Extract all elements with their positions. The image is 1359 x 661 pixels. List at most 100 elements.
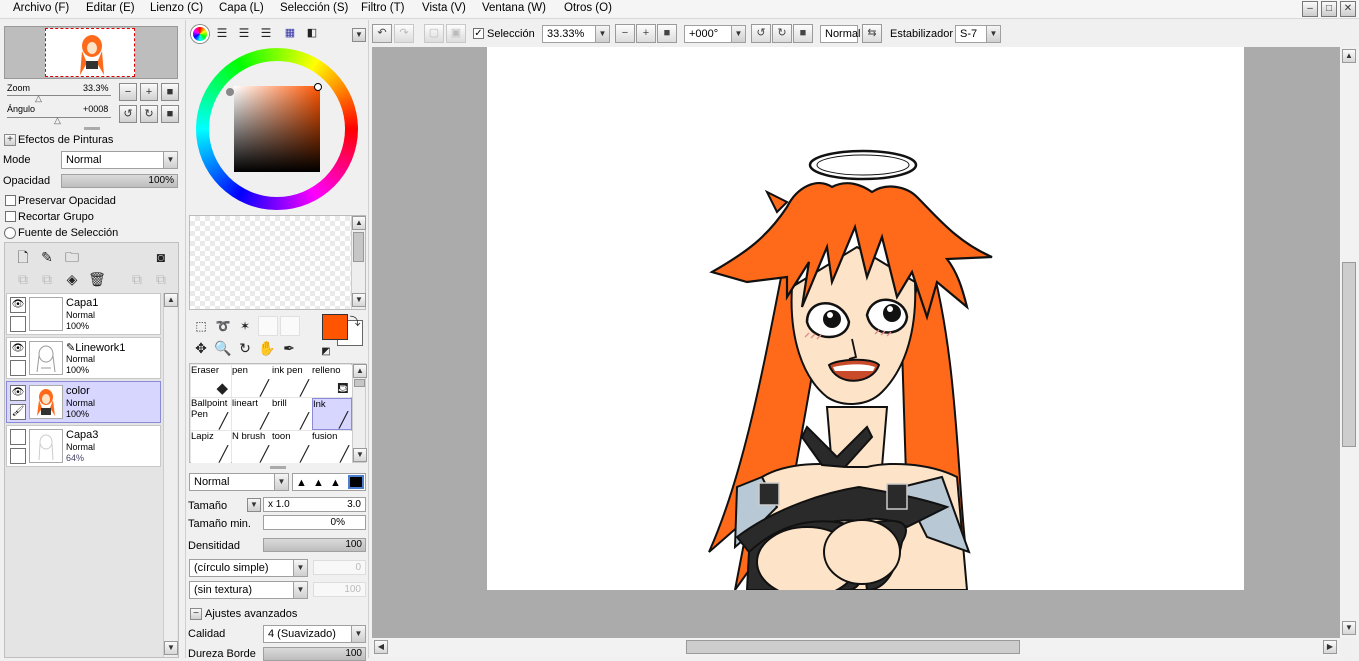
- brush-lock-icon[interactable]: 🖌: [10, 404, 26, 420]
- invert-selection-icon[interactable]: ▣: [446, 24, 466, 43]
- zoom-select[interactable]: 33.33% ▼: [542, 25, 610, 43]
- maximize-button[interactable]: □: [1321, 1, 1337, 17]
- color-picker-handle[interactable]: [314, 83, 322, 91]
- brush-slot[interactable]: toon ╱: [272, 431, 312, 463]
- rotate-right-icon[interactable]: ↻: [772, 24, 792, 43]
- stabilizer-select[interactable]: S-7 ▼: [955, 25, 1001, 43]
- layer-scrollbar[interactable]: ▲ ▼: [163, 293, 178, 657]
- brush-shape-selector[interactable]: ▲ ▲ ▲: [292, 473, 366, 491]
- hue-handle[interactable]: [226, 88, 234, 96]
- color-wheel[interactable]: [196, 48, 358, 210]
- expand-plus-icon[interactable]: +: [4, 134, 16, 146]
- advanced-settings-label[interactable]: Ajustes avanzados: [205, 608, 297, 620]
- selection-checkbox[interactable]: ✓: [473, 28, 484, 39]
- menu-ventana[interactable]: Ventana (W): [482, 2, 546, 14]
- menu-archivo[interactable]: Archivo (F): [13, 2, 69, 14]
- layer-item[interactable]: 👁 ✎Linework1 Normal 100%: [6, 337, 161, 379]
- rotate-left-icon[interactable]: ↺: [751, 24, 771, 43]
- nav-zoom-out-icon[interactable]: −: [119, 83, 137, 101]
- undo-icon[interactable]: ↶: [372, 24, 392, 43]
- brush-slot[interactable]: ink pen ╱: [272, 365, 312, 397]
- nav-zoom-in-icon[interactable]: +: [140, 83, 158, 101]
- rotate-icon[interactable]: ↻: [235, 338, 255, 358]
- nav-rotate-right-icon[interactable]: ↻: [140, 105, 158, 123]
- panel-splitter[interactable]: [270, 466, 286, 469]
- clear-layer-icon[interactable]: ◈: [62, 269, 82, 289]
- merge-selected-icon[interactable]: ⧉: [127, 269, 147, 289]
- transfer-down-icon[interactable]: ⧉: [13, 269, 33, 289]
- eye-icon[interactable]: 👁: [10, 297, 26, 313]
- new-linework-layer-icon[interactable]: ✎: [37, 247, 57, 267]
- merge-down-icon[interactable]: ⧉: [37, 269, 57, 289]
- brush-shape-select[interactable]: (círculo simple) ▼: [189, 559, 308, 577]
- canvas-viewport[interactable]: [372, 47, 1340, 638]
- scroll-thumb[interactable]: [354, 379, 365, 387]
- rgb-sliders-tab-icon[interactable]: ☰: [212, 23, 232, 43]
- scratchpad-tab-icon[interactable]: ◧: [302, 23, 322, 43]
- delete-layer-icon[interactable]: 🗑: [87, 269, 107, 289]
- move-icon[interactable]: ✥: [191, 338, 211, 358]
- panel-menu-chevron-icon[interactable]: ▼: [352, 28, 366, 42]
- menu-vista[interactable]: Vista (V): [422, 2, 466, 14]
- brush-shape-soft-icon[interactable]: ▲: [296, 477, 307, 489]
- menu-filtro[interactable]: Filtro (T): [361, 2, 404, 14]
- nav-zoom-reset-icon[interactable]: ■: [161, 83, 179, 101]
- scroll-thumb[interactable]: [353, 232, 364, 262]
- scroll-up-icon[interactable]: ▲: [1342, 49, 1356, 63]
- new-layer-icon[interactable]: 🗋: [13, 247, 33, 267]
- zoom-reset-icon[interactable]: ■: [657, 24, 677, 43]
- lock-toggle[interactable]: [10, 316, 26, 332]
- panel-splitter[interactable]: [84, 127, 100, 130]
- brush-slot[interactable]: brill ╱: [272, 398, 312, 430]
- eye-icon[interactable]: 👁: [10, 385, 26, 401]
- density-slider[interactable]: 100: [263, 538, 366, 552]
- nav-rotate-reset-icon[interactable]: ■: [161, 105, 179, 123]
- scroll-down-icon[interactable]: ▼: [164, 641, 178, 655]
- horizontal-scroll-thumb[interactable]: [686, 640, 1020, 654]
- brush-slot[interactable]: pen ╱: [232, 365, 272, 397]
- brush-shape-hard-icon[interactable]: ▲: [330, 477, 341, 489]
- redo-icon[interactable]: ↷: [394, 24, 414, 43]
- brush-shape-solid-icon[interactable]: [348, 475, 364, 489]
- menu-editar[interactable]: Editar (E): [86, 2, 135, 14]
- size-slider[interactable]: x 1.0 3.0: [263, 497, 366, 512]
- brush-slot[interactable]: N brush ╱: [232, 431, 272, 463]
- gradient-sliders-tab-icon[interactable]: ☰: [256, 23, 276, 43]
- hardness-slider[interactable]: 100: [263, 647, 366, 661]
- selection-source-radio[interactable]: [4, 227, 16, 239]
- effects-title[interactable]: Efectos de Pinturas: [18, 134, 113, 146]
- layer-mask-icon[interactable]: ◙: [151, 247, 171, 267]
- layer-item[interactable]: 👁 Capa1 Normal 100%: [6, 293, 161, 335]
- merge-visible-icon[interactable]: ⧉: [151, 269, 171, 289]
- size-multiplier-chevron-icon[interactable]: ▼: [247, 498, 261, 512]
- canvas-document[interactable]: [487, 47, 1244, 590]
- scratchpad-area[interactable]: ▲ ▼: [189, 215, 366, 310]
- navigator-preview[interactable]: [4, 26, 178, 79]
- close-button[interactable]: ✕: [1340, 1, 1356, 17]
- slider-thumb-icon[interactable]: △: [54, 115, 61, 126]
- brush-slot[interactable]: relleno ⛾: [312, 365, 352, 397]
- min-size-slider[interactable]: 0%: [263, 515, 366, 530]
- canvas-horizontal-scrollbar[interactable]: ◀ ▶: [372, 638, 1340, 657]
- scratchpad-scrollbar[interactable]: ▲ ▼: [351, 216, 366, 309]
- swatches-tab-icon[interactable]: ▦: [280, 23, 300, 43]
- collapse-minus-icon[interactable]: −: [190, 608, 202, 620]
- brush-shape-medium-icon[interactable]: ▲: [313, 477, 324, 489]
- brush-slot-selected[interactable]: Ink ╱: [312, 398, 352, 430]
- brush-slot[interactable]: Eraser ◆: [191, 365, 231, 397]
- scroll-down-icon[interactable]: ▼: [353, 448, 367, 462]
- quality-select[interactable]: 4 (Suavizado) ▼: [263, 625, 366, 643]
- menu-otros[interactable]: Otros (O): [564, 2, 612, 14]
- saturation-value-square[interactable]: [234, 86, 320, 172]
- nav-zoom-slider[interactable]: [7, 95, 111, 96]
- lock-toggle[interactable]: [10, 448, 26, 464]
- menu-seleccion[interactable]: Selección (S): [280, 2, 348, 14]
- eye-toggle-hidden[interactable]: [10, 429, 26, 445]
- scroll-up-icon[interactable]: ▲: [353, 364, 367, 378]
- view-mode-button[interactable]: Normal: [820, 25, 860, 43]
- foreground-color-swatch[interactable]: [322, 314, 348, 340]
- menu-lienzo[interactable]: Lienzo (C): [150, 2, 203, 14]
- brush-slot[interactable]: lineart ╱: [232, 398, 272, 430]
- minimize-button[interactable]: –: [1302, 1, 1318, 17]
- brush-slot[interactable]: Lapiz ╱: [191, 431, 231, 463]
